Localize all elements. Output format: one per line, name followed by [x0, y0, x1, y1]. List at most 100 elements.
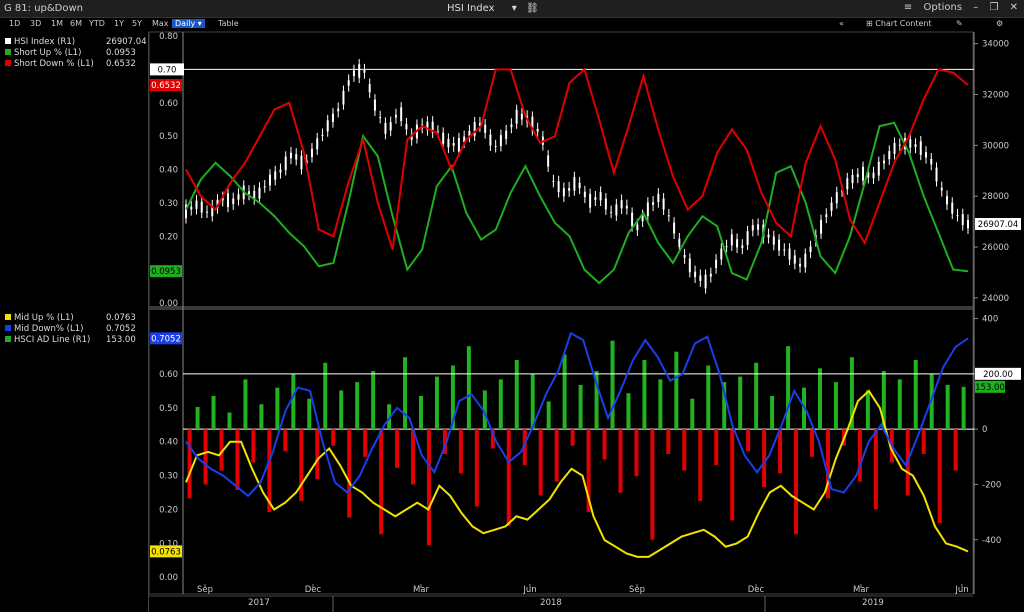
ad-bar	[873, 429, 878, 510]
ad-bar	[434, 376, 439, 430]
hsi-candle-body	[379, 117, 382, 119]
hsi-candle-body	[400, 107, 403, 122]
panel-splitter	[149, 306, 973, 310]
tag-short-down: 0.6532	[151, 81, 181, 91]
hsi-candle-body	[914, 144, 917, 148]
left-axis-tick-label: 0.40	[159, 438, 178, 448]
ad-bar	[307, 398, 312, 430]
ad-bar	[355, 382, 360, 430]
ad-bar	[674, 351, 679, 430]
hsi-candle-body	[746, 231, 749, 245]
ad-bar	[762, 429, 767, 488]
ad-bar	[411, 429, 416, 485]
ad-bar	[466, 346, 471, 430]
hsi-candle-body	[757, 224, 760, 230]
ad-bar	[602, 429, 607, 460]
hsi-candle-body	[289, 152, 292, 159]
hsi-candle-body	[510, 124, 513, 128]
tag-ad-hline: 200.00	[983, 370, 1013, 380]
hsi-candle-body	[610, 211, 613, 213]
left-axis-tick-label: 0.20	[159, 232, 178, 242]
hsi-candle-body	[337, 108, 340, 112]
ad-bar	[474, 429, 479, 507]
ad-bar	[945, 384, 950, 430]
ad-bar	[403, 357, 408, 430]
ad-bar	[706, 365, 711, 430]
hsi-candle-body	[484, 124, 487, 133]
hsi-candle-body	[557, 181, 560, 193]
hsi-candle-body	[888, 151, 891, 160]
year-label: 2017	[248, 598, 270, 608]
left-axis-tick-label: 0.50	[159, 404, 178, 414]
hsi-candle-body	[520, 113, 523, 120]
right-axis-tick-label: 24000	[982, 294, 1009, 304]
right-axis-tick-label: -200	[982, 480, 1001, 490]
ad-bar	[275, 387, 280, 430]
month-label: Sep	[629, 585, 645, 595]
chart-canvas[interactable]: 0.000.100.200.300.400.500.600.700.802400…	[0, 0, 1024, 612]
hsi-candle-body	[935, 167, 938, 182]
hsi-candle-body	[694, 271, 697, 278]
hsi-candle-body	[583, 191, 586, 198]
hsi-candle-body	[578, 182, 581, 189]
tag-mid-up: 0.0763	[151, 547, 181, 557]
tag-top-hline: 0.70	[158, 65, 177, 75]
ad-bar	[291, 373, 296, 430]
hsi-candle-body	[741, 245, 744, 249]
ad-bar	[251, 429, 256, 463]
hsi-candle-body	[347, 80, 350, 86]
hsi-candle-body	[898, 144, 901, 146]
hsi-candle-body	[652, 202, 655, 205]
right-axis-tick-label: -400	[982, 536, 1001, 546]
ad-bar	[187, 429, 192, 499]
hsi-candle-body	[342, 90, 345, 105]
hsi-candle-body	[452, 142, 455, 146]
ad-bar	[347, 429, 352, 518]
ad-bar	[195, 407, 200, 430]
hsi-candle-body	[662, 198, 665, 210]
hsi-candle-body	[442, 132, 445, 144]
ad-bar	[754, 362, 759, 430]
ad-bar	[913, 360, 918, 430]
hsi-candle-body	[678, 238, 681, 247]
ad-bar	[770, 395, 775, 430]
left-axis-tick-label: 0.60	[159, 370, 178, 380]
hsi-candle-body	[788, 248, 791, 260]
top-panel-frame	[148, 31, 974, 309]
ad-bar	[426, 429, 431, 546]
ad-bar	[243, 379, 248, 430]
ad-bar	[315, 429, 320, 479]
hsi-candle-body	[646, 202, 649, 217]
hsi-candle-body	[673, 222, 676, 234]
hsi-candle-body	[268, 174, 271, 186]
ad-bar	[419, 395, 423, 430]
ad-bar	[379, 429, 384, 535]
hsi-candle-body	[589, 193, 592, 208]
hsi-candle-body	[893, 142, 896, 154]
ad-bar	[578, 384, 583, 430]
hsi-candle-body	[263, 186, 266, 188]
ad-bar	[634, 429, 639, 477]
ad-bar	[746, 429, 751, 452]
hsi-candle-body	[725, 246, 728, 248]
ad-bar	[698, 429, 703, 502]
left-axis-tick-label: 0.00	[159, 299, 178, 309]
ad-bar	[227, 412, 232, 430]
ad-bar	[786, 346, 791, 430]
ad-bar	[363, 429, 368, 457]
ad-bar	[738, 376, 743, 430]
ad-bar	[921, 429, 926, 455]
hsi-candle-body	[316, 138, 319, 150]
hsi-candle-body	[930, 158, 933, 165]
ad-bar	[235, 429, 240, 490]
hsi-candle-body	[657, 193, 660, 203]
ad-bar	[730, 429, 735, 521]
left-axis-tick-label: 0.20	[159, 505, 178, 515]
hsi-candle-body	[667, 215, 670, 217]
hsi-candle-body	[625, 205, 628, 209]
ad-bar	[530, 373, 535, 430]
hsi-candle-body	[925, 152, 928, 158]
hsi-candle-body	[856, 174, 859, 177]
hsi-candle-body	[326, 120, 329, 132]
hsi-candle-body	[825, 214, 828, 218]
